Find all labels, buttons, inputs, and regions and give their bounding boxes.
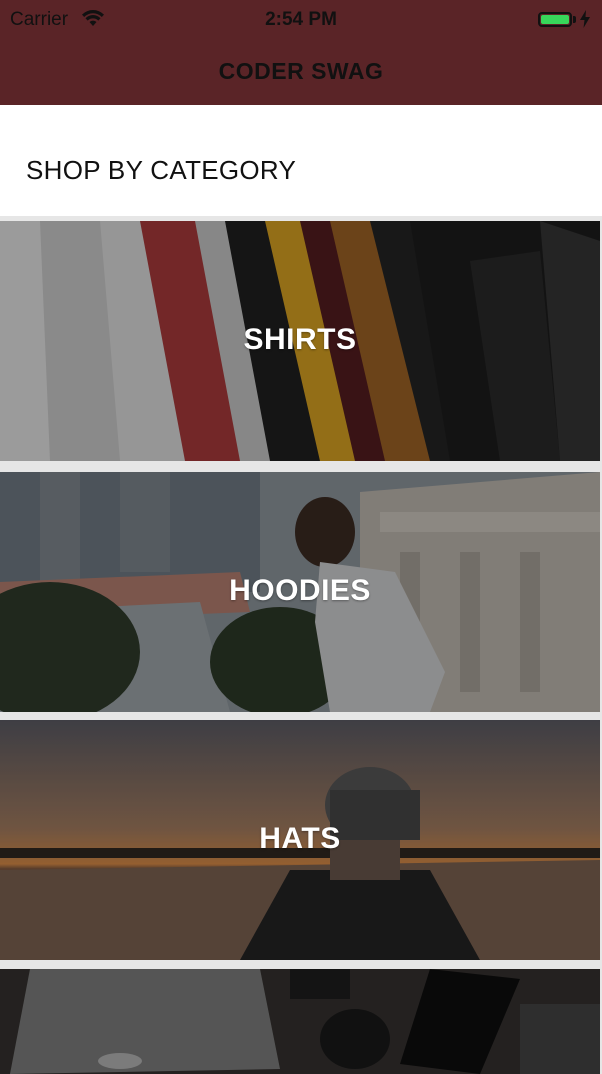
battery-level: [541, 15, 569, 24]
top-bar: Carrier 2:54 PM CODER SWAG: [0, 0, 602, 105]
category-label: SHIRTS: [243, 323, 357, 356]
category-label: HOODIES: [229, 574, 371, 607]
category-card-shirts[interactable]: SHIRTS: [0, 221, 600, 461]
category-card-hoodies[interactable]: HOODIES: [0, 472, 600, 712]
desk-image: [0, 969, 600, 1074]
section-title: SHOP BY CATEGORY: [26, 155, 297, 185]
section-header: SHOP BY CATEGORY: [0, 105, 602, 216]
nav-title: CODER SWAG: [218, 58, 384, 84]
clock: 2:54 PM: [265, 9, 337, 30]
app-screen: Carrier 2:54 PM CODER SWAG SHOP BY CATEG…: [0, 0, 602, 1074]
battery-icon: [538, 12, 572, 27]
status-bar: Carrier 2:54 PM: [0, 0, 602, 40]
category-card-hats[interactable]: HATS: [0, 720, 600, 960]
battery-tip: [573, 16, 576, 23]
category-card-digital[interactable]: [0, 969, 600, 1074]
charging-bolt-icon: [580, 10, 590, 28]
category-label: HATS: [259, 822, 341, 855]
